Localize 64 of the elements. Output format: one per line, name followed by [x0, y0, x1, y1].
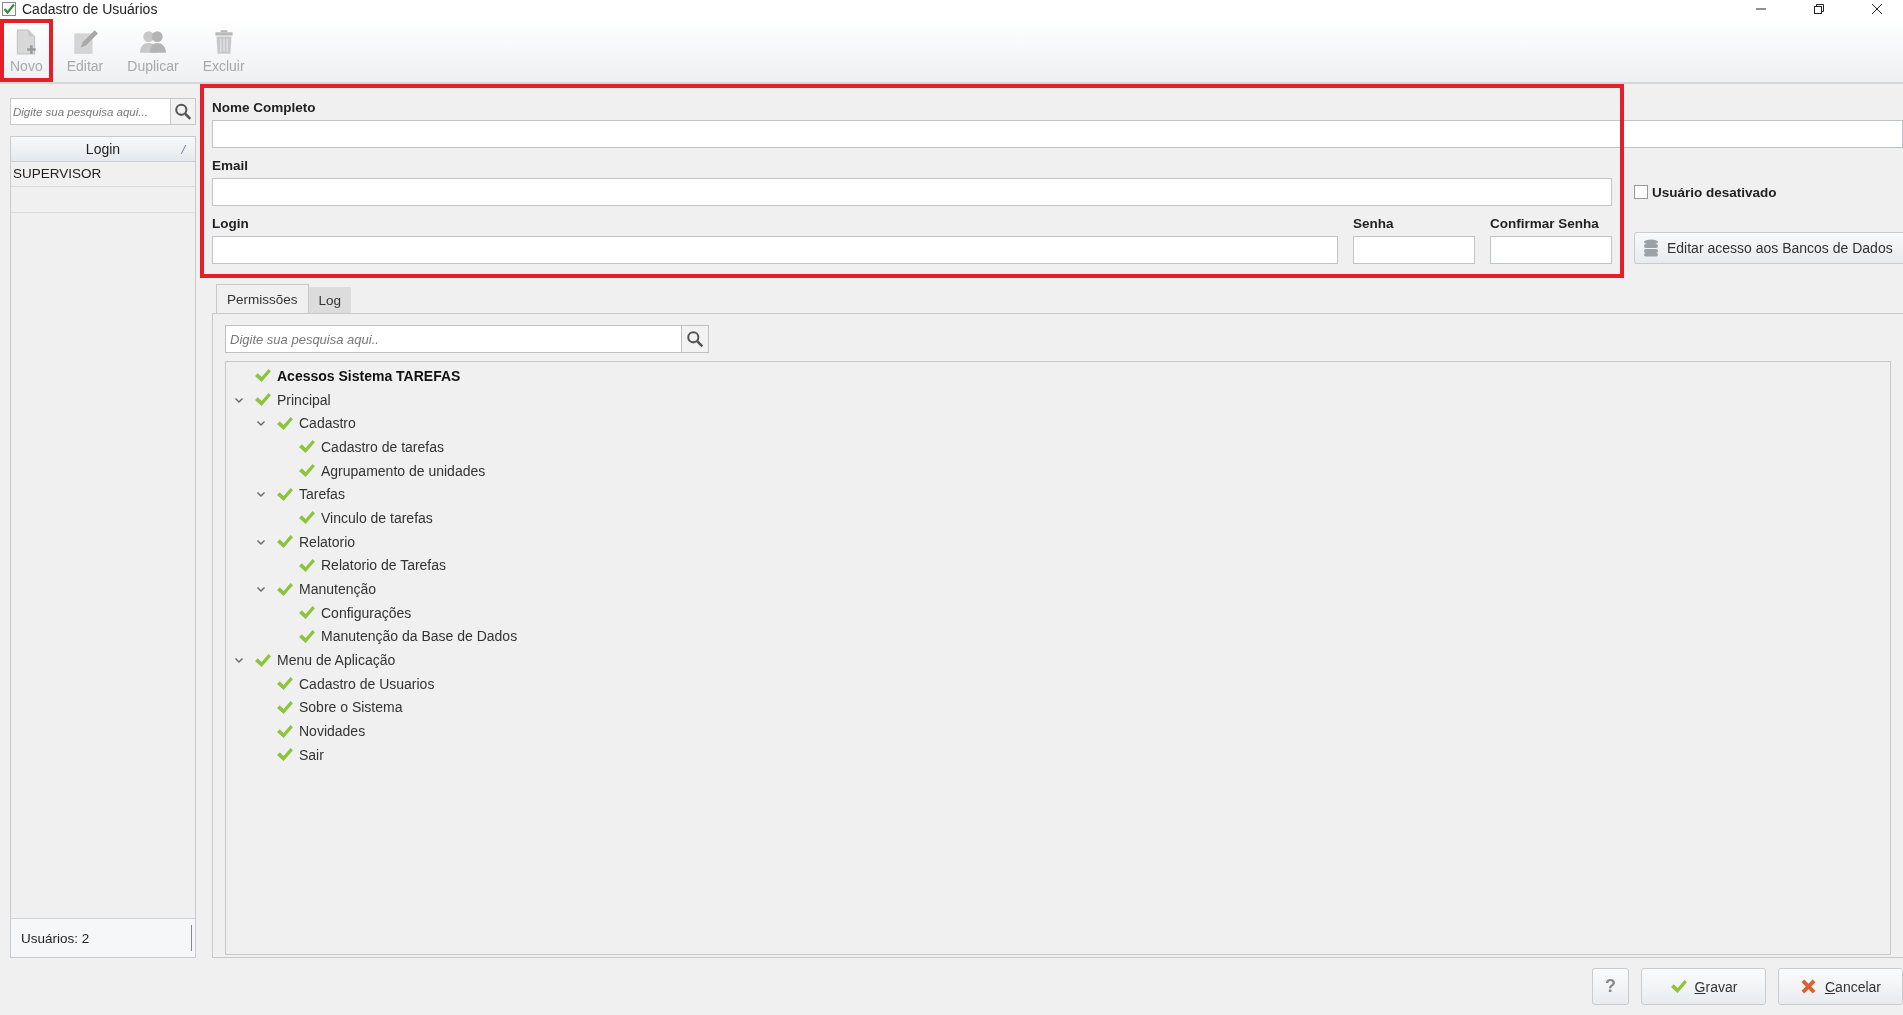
tab[interactable]: Log: [308, 287, 352, 313]
tree-item[interactable]: Agrupamento de unidades: [321, 462, 486, 479]
login-input[interactable]: [212, 236, 1338, 264]
tree-item[interactable]: Cadastro de tarefas: [321, 438, 444, 455]
check-icon[interactable]: [254, 392, 271, 408]
tree-item[interactable]: Sobre o Sistema: [299, 699, 403, 716]
email-input[interactable]: [212, 178, 1612, 206]
window-title: Cadastro de Usuários: [22, 1, 158, 17]
tree-item[interactable]: Principal: [277, 391, 331, 408]
password-input[interactable]: [1353, 236, 1475, 264]
check-icon[interactable]: [298, 628, 315, 644]
check-icon[interactable]: [276, 747, 293, 763]
check-icon[interactable]: [254, 368, 271, 384]
check-icon: [1669, 979, 1687, 994]
tree-item[interactable]: Menu de Aplicação: [277, 652, 396, 669]
search-icon[interactable]: [171, 98, 196, 125]
field-label: Nome Completo: [212, 99, 317, 117]
search-field[interactable]: Digite sua pesquisa aqui...: [10, 98, 171, 125]
restore-icon[interactable]: [1813, 3, 1825, 15]
tree-item[interactable]: Novidades: [299, 723, 366, 740]
check-icon[interactable]: [276, 723, 293, 739]
search-icon[interactable]: [682, 325, 709, 353]
sort-indicator: /: [181, 141, 185, 157]
db-access-button[interactable]: Editar acesso aos Bancos de Dados: [1634, 232, 1903, 264]
check-icon[interactable]: [276, 415, 293, 431]
tree-item[interactable]: Vinculo de tarefas: [321, 509, 433, 526]
tree-item[interactable]: Cadastro de Usuarios: [299, 675, 435, 692]
tab[interactable]: Permissões: [216, 284, 309, 313]
tree-item[interactable]: Configurações: [321, 604, 412, 621]
name-input[interactable]: [212, 120, 1903, 148]
check-icon[interactable]: [298, 439, 315, 455]
check-icon[interactable]: [276, 486, 293, 502]
field-label: Login: [212, 215, 250, 233]
tree-item[interactable]: Sair: [299, 746, 324, 763]
search-field[interactable]: Digite sua pesquisa aqui..: [225, 325, 682, 353]
check-icon[interactable]: [276, 699, 293, 715]
close-icon[interactable]: [1871, 3, 1883, 15]
tree-item[interactable]: Manutenção da Base de Dados: [321, 628, 518, 645]
password-input[interactable]: [1490, 236, 1612, 264]
database-icon: [1643, 239, 1659, 257]
column-header[interactable]: Login: [85, 141, 121, 157]
check-icon[interactable]: [298, 605, 315, 621]
tree-item[interactable]: Relatorio: [299, 533, 356, 550]
check-icon[interactable]: [298, 557, 315, 573]
cancel-button[interactable]: Cancelar: [1778, 968, 1903, 1005]
field-label: Senha: [1353, 215, 1395, 233]
check-icon[interactable]: [254, 652, 271, 668]
tree-item[interactable]: Tarefas: [299, 486, 345, 503]
tree-item[interactable]: Acessos Sistema TAREFAS: [277, 367, 461, 384]
check-icon[interactable]: [298, 510, 315, 526]
check-icon[interactable]: [276, 581, 293, 597]
check-icon[interactable]: [298, 463, 315, 479]
user-count: Usuários: 2: [21, 930, 90, 946]
field-label: Confirmar Senha: [1490, 215, 1600, 233]
check-icon[interactable]: [276, 676, 293, 692]
user-row[interactable]: SUPERVISOR: [11, 162, 195, 187]
tree-item[interactable]: Manutenção: [299, 581, 377, 598]
tree-item[interactable]: Cadastro: [299, 415, 356, 432]
save-button[interactable]: Gravar: [1641, 968, 1766, 1005]
cross-icon: [1799, 979, 1817, 994]
check-icon[interactable]: [276, 534, 293, 550]
field-label: Email: [212, 157, 250, 175]
tree-item[interactable]: Relatorio de Tarefas: [321, 557, 447, 574]
deactivated-checkbox[interactable]: Usuário desativado: [1634, 184, 1903, 200]
